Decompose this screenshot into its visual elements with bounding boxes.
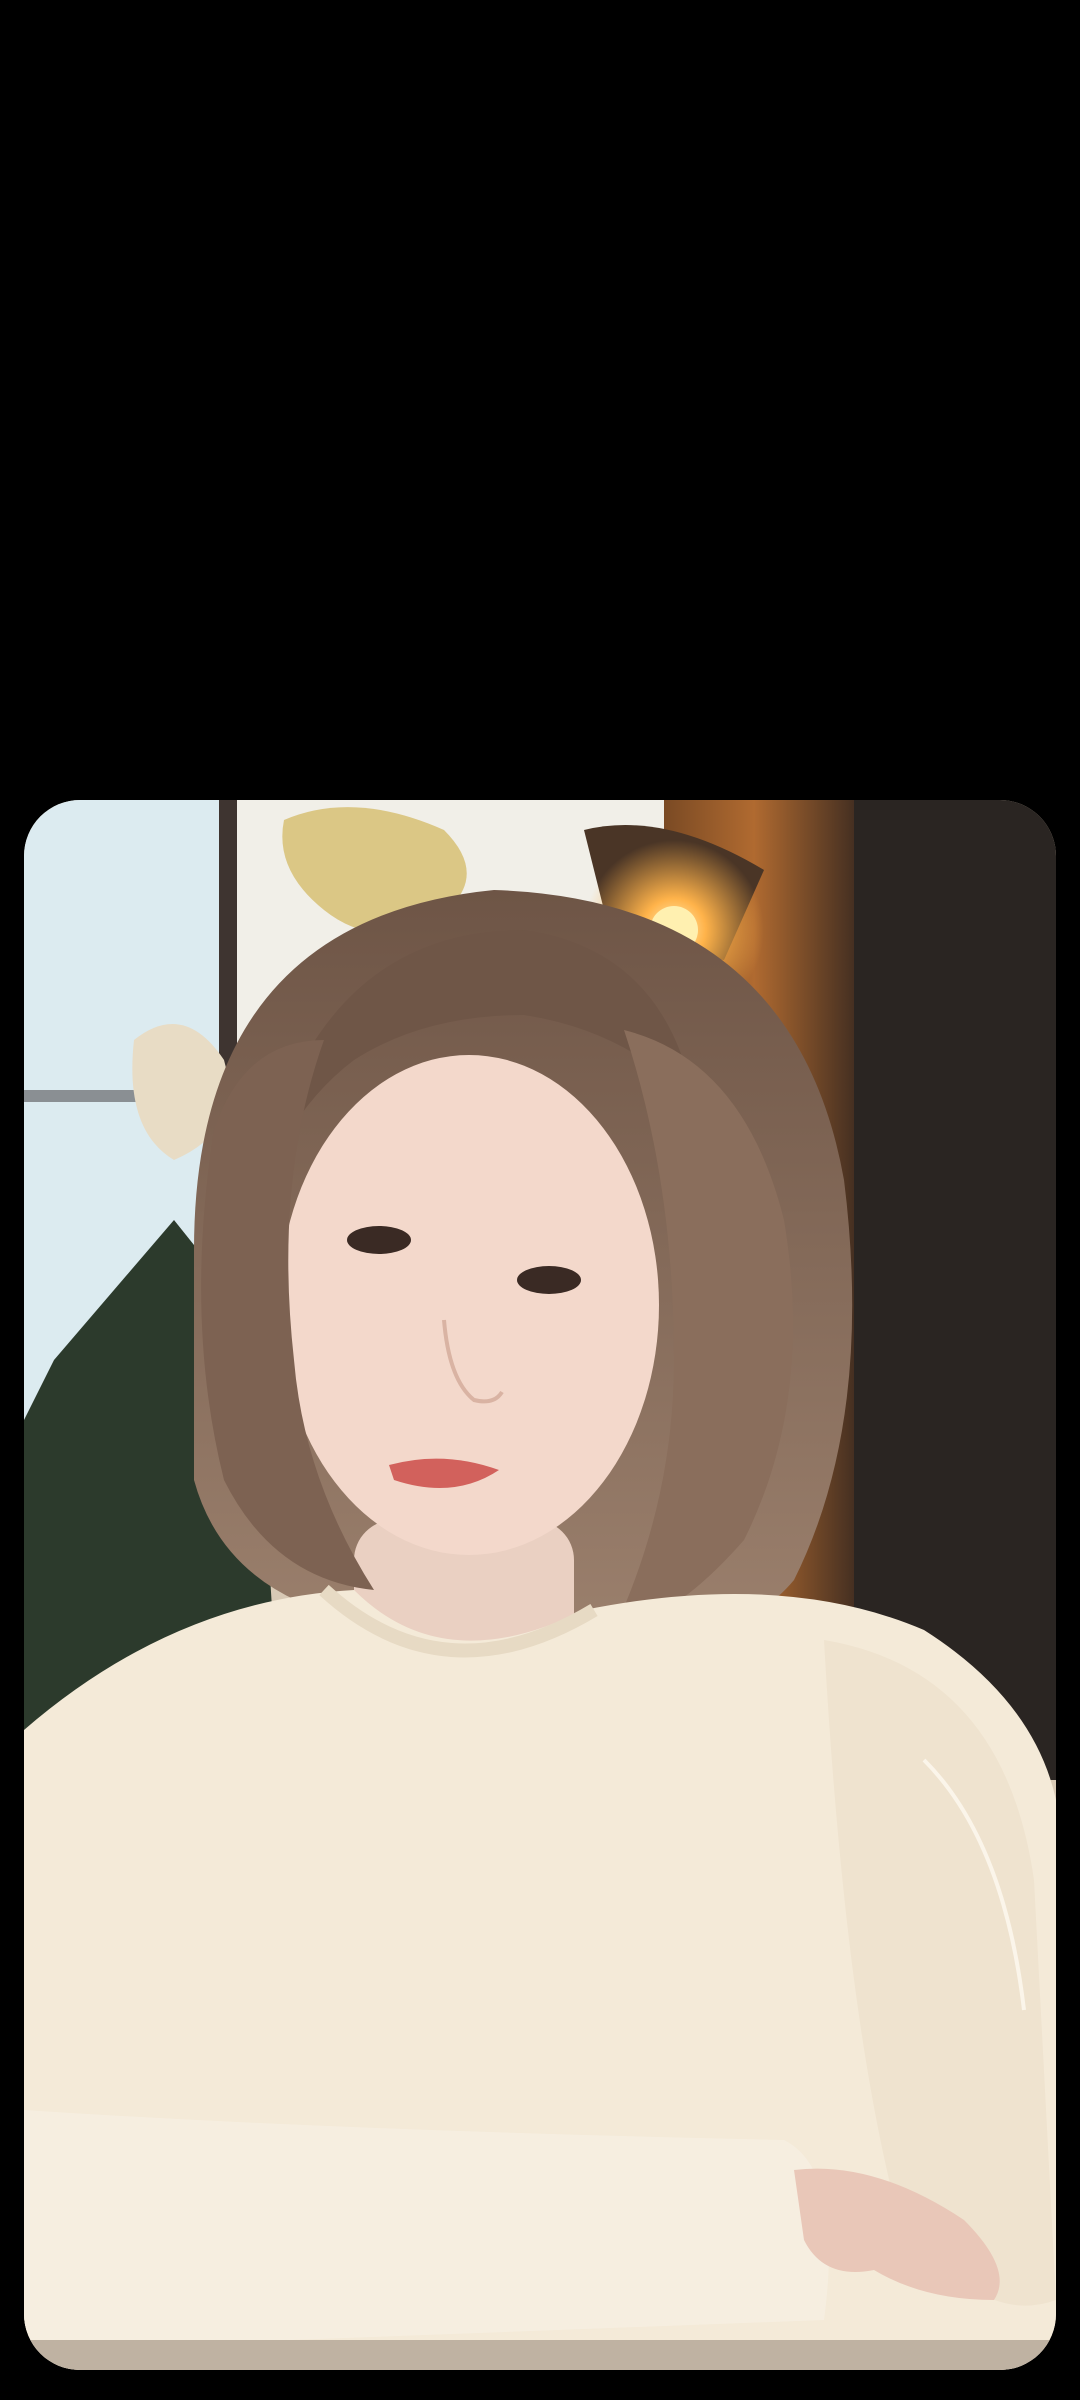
left-eye bbox=[347, 1226, 411, 1254]
table-edge bbox=[24, 2340, 1056, 2370]
forearm bbox=[24, 2110, 829, 2350]
portrait-photo bbox=[24, 800, 1056, 2370]
photo-frame[interactable] bbox=[24, 800, 1056, 2370]
photo-viewer-screen bbox=[0, 0, 1080, 2400]
right-eye bbox=[517, 1266, 581, 1294]
